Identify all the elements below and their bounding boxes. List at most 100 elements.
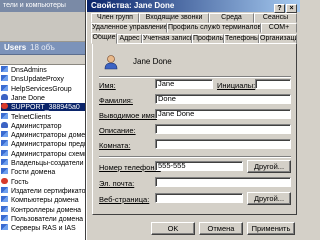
list-item-label: Администраторы домена (11, 132, 93, 140)
list-item-label: Администратор (11, 122, 62, 130)
phone-label: Номер телефона: (99, 163, 161, 172)
list-item-label: HelpServicesGroup (11, 85, 72, 93)
webpage-other-button[interactable]: Другой... (247, 192, 291, 205)
initials-field[interactable] (255, 79, 291, 89)
first-name-field[interactable]: Jane (155, 79, 213, 89)
list-item[interactable]: DnsAdmins (1, 66, 94, 74)
list-item[interactable]: Серверы RAS и IAS (1, 224, 94, 232)
users-computers-window: тели и компьютеры Users 18 объ DnsAdmins… (0, 0, 94, 240)
list-item[interactable]: Издатели сертификатов (1, 186, 94, 195)
container-header: Users 18 объ (0, 42, 94, 55)
user-icon (1, 93, 8, 100)
list-item-label: Серверы RAS и IAS (11, 225, 76, 233)
list-item[interactable]: Компьютеры домена (1, 196, 94, 204)
list-item[interactable]: Администраторы схемы (1, 149, 94, 158)
description-field[interactable] (155, 124, 291, 134)
group-icon (1, 168, 8, 175)
list-item[interactable]: SUPPORT_388945a0 (1, 103, 94, 112)
list-item[interactable]: Пользователи домена (1, 214, 94, 223)
list-item[interactable]: DnsUpdateProxy (1, 75, 94, 83)
list-item-label: Гости домена (11, 169, 56, 177)
list-item[interactable]: Jane Done (1, 93, 94, 102)
tab-sessions[interactable]: Сеансы (254, 13, 297, 23)
list-item[interactable]: Владельцы-создатели групп (1, 159, 94, 167)
close-button[interactable]: × (286, 4, 297, 13)
list-item-label: Владельцы-создатели групп (11, 160, 94, 167)
list-item[interactable]: Контроллеры домена (1, 205, 94, 214)
list-item[interactable]: Гости домена (1, 168, 94, 176)
help-button[interactable]: ? (274, 4, 285, 13)
tab-remote-control[interactable]: Удаленное управление (91, 23, 167, 33)
group-icon (1, 66, 8, 72)
list-item-label: DnsAdmins (11, 67, 47, 74)
disabled-user-icon (1, 177, 8, 184)
group-icon (1, 205, 8, 212)
user-icon (103, 54, 119, 70)
general-tab-panel: Jane Done Имя: Jane Инициалы: Фамилия: D… (92, 43, 297, 215)
user-display-name: Jane Done (133, 57, 172, 66)
list-item-label: Администраторы схемы (11, 150, 90, 158)
initials-label: Инициалы: (217, 81, 256, 90)
tab-environment[interactable]: Среда (209, 13, 254, 23)
group-icon (1, 140, 8, 147)
phone-field[interactable]: 555-555 (155, 161, 243, 171)
last-name-label: Фамилия: (99, 96, 133, 105)
dialog-titlebar[interactable]: Свойства: Jane Done ? × (87, 0, 300, 13)
group-icon (1, 214, 8, 221)
group-icon (1, 224, 8, 231)
properties-dialog: Свойства: Jane Done ? × Член групп Входящ… (86, 0, 300, 240)
list-item-label: TelnetClients (11, 113, 52, 121)
tab-dial-in[interactable]: Входящие звонки (139, 13, 209, 23)
tab-member-of[interactable]: Член групп (91, 13, 139, 23)
ok-button[interactable]: OK (151, 222, 195, 235)
disabled-user-icon (1, 103, 8, 110)
group-icon (1, 112, 8, 119)
list-item-label: Контроллеры домена (11, 206, 82, 214)
dialog-title: Свойства: Jane Done (91, 1, 175, 10)
object-count: 18 объ (30, 43, 55, 52)
container-name: Users (4, 43, 27, 52)
list-item[interactable]: Администраторы предприят (1, 140, 94, 148)
group-icon (1, 149, 8, 156)
list-item-label: Издатели сертификатов (11, 187, 90, 195)
list-item-label: Пользователи домена (11, 215, 84, 223)
list-item-label: SUPPORT_388945a0 (11, 104, 80, 112)
group-icon (1, 75, 8, 82)
left-window-title: тели и компьютеры (0, 0, 94, 12)
column-header[interactable] (0, 55, 94, 65)
list-item-label: DnsUpdateProxy (11, 76, 64, 84)
list-item-label: Администраторы предприят (11, 141, 94, 149)
tab-com-plus[interactable]: COM+ (261, 23, 297, 33)
list-item[interactable]: TelnetClients (1, 112, 94, 121)
list-item[interactable]: Администратор (1, 121, 94, 130)
office-label: Комната: (99, 141, 131, 150)
separator (99, 156, 291, 158)
list-item-label: Jane Done (11, 94, 45, 102)
list-item-label: Компьютеры домена (11, 197, 79, 205)
list-item[interactable]: HelpServicesGroup (1, 84, 94, 93)
webpage-field[interactable] (155, 193, 243, 203)
last-name-field[interactable]: Done (155, 94, 291, 104)
apply-button[interactable]: Применить (247, 222, 295, 235)
list-item-label: Гость (11, 178, 29, 186)
group-icon (1, 131, 8, 138)
left-toolbar-area (0, 12, 94, 42)
display-name-label: Выводимое имя: (99, 111, 157, 120)
email-field[interactable] (155, 177, 291, 187)
group-icon (1, 159, 8, 165)
cancel-button[interactable]: Отмена (199, 222, 243, 235)
separator (99, 76, 291, 78)
tab-general[interactable]: Общие (91, 33, 117, 44)
phone-other-button[interactable]: Другой... (247, 160, 291, 173)
webpage-label: Веб-страница: (99, 195, 150, 204)
tab-terminal-services-profile[interactable]: Профиль служб терминалов (167, 23, 261, 33)
list-item[interactable]: Гость (1, 177, 94, 186)
display-name-field[interactable]: Jane Done (155, 109, 291, 119)
list-item[interactable]: Администраторы домена (1, 131, 94, 139)
email-label: Эл. почта: (99, 179, 135, 188)
group-icon (1, 196, 8, 203)
description-label: Описание: (99, 126, 136, 135)
user-icon (1, 121, 8, 128)
group-icon (1, 186, 8, 193)
office-field[interactable] (155, 139, 291, 149)
